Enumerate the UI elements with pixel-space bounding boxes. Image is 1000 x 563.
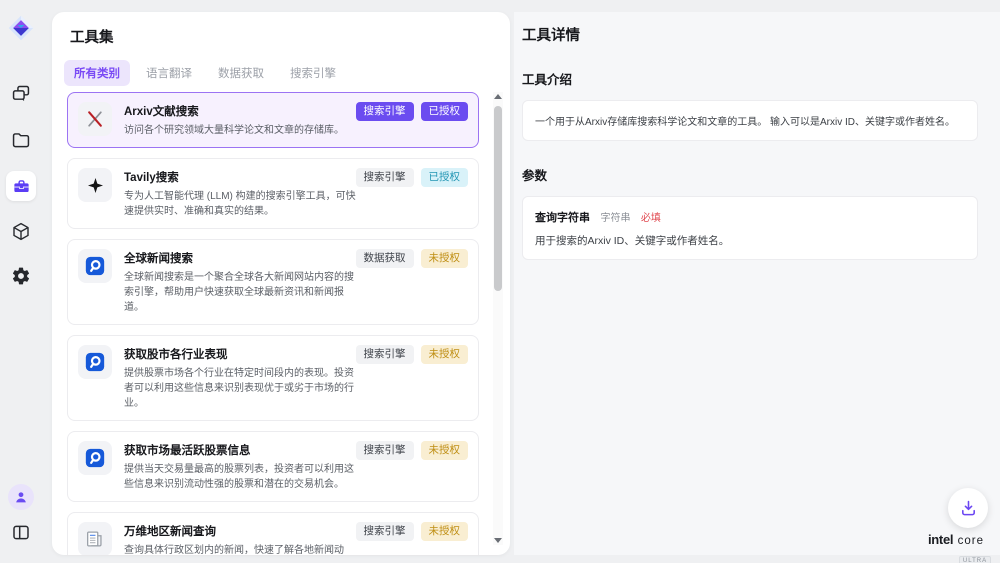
category-badge: 搜索引擎: [356, 522, 414, 541]
tool-card[interactable]: Arxiv文献搜索 访问各个研究领域大量科学论文和文章的存储库。 搜索引擎 已授…: [67, 92, 479, 148]
auth-badge: 已授权: [421, 102, 469, 121]
scroll-up-arrow-icon[interactable]: [494, 94, 502, 99]
tool-description: 专为人工智能代理 (LLM) 构建的搜索引擎工具，可快速提供实时、准确和真实的结…: [124, 189, 362, 219]
param-required-badge: 必填: [641, 213, 661, 224]
tool-card[interactable]: 全球新闻搜索 全球新闻搜索是一个聚合全球各大新闻网站内容的搜索引擎，帮助用户快速…: [67, 239, 479, 325]
intel-logo-text: intel: [928, 532, 953, 547]
download-icon: [958, 498, 979, 519]
ultra-badge: ultra: [959, 556, 991, 563]
param-header: 查询字符串 字符串 必填: [535, 208, 965, 226]
tool-name: 全球新闻搜索: [124, 250, 362, 266]
param-name: 查询字符串: [535, 212, 590, 224]
category-tabs: 所有类别语言翻译数据获取搜索引擎: [64, 60, 510, 86]
detail-title: 工具详情: [522, 24, 978, 45]
param-description: 用于搜索的Arxiv ID、关键字或作者姓名。: [535, 233, 965, 248]
sidebar-toggle-icon[interactable]: [11, 522, 32, 543]
tab-2[interactable]: 数据获取: [208, 60, 274, 86]
arxiv-icon: [78, 102, 112, 136]
tool-description: 提供股票市场各个行业在特定时间段内的表现。投资者可以利用这些信息来识别表现优于或…: [124, 366, 362, 411]
category-badge: 搜索引擎: [356, 168, 414, 187]
star-icon: [78, 168, 112, 202]
category-badge: 搜索引擎: [356, 345, 414, 364]
intro-card: 一个用于从Arxiv存储库搜索科学论文和文章的工具。 输入可以是Arxiv ID…: [522, 100, 978, 141]
tool-description: 查询具体行政区划内的新闻，快速了解各地新闻动: [124, 543, 344, 555]
tool-name: Arxiv文献搜索: [124, 103, 344, 119]
tool-name: 万维地区新闻查询: [124, 523, 344, 539]
toolbox-icon-active[interactable]: [6, 171, 36, 201]
q-search-icon: [78, 249, 112, 283]
app-window: 工具集 所有类别语言翻译数据获取搜索引擎 Arxiv文献搜索 访问各个研究领域大…: [0, 0, 1000, 563]
scroll-down-arrow-icon[interactable]: [494, 538, 502, 543]
icon-sidebar: [0, 0, 42, 563]
core-logo-text: core: [958, 535, 984, 547]
auth-badge: 未授权: [421, 249, 469, 268]
tool-card[interactable]: Tavily搜索 专为人工智能代理 (LLM) 构建的搜索引擎工具，可快速提供实…: [67, 158, 479, 229]
tool-description: 提供当天交易量最高的股票列表，投资者可以利用这些信息来识别流动性强的股票和潜在的…: [124, 462, 362, 492]
tool-card[interactable]: 万维地区新闻查询 查询具体行政区划内的新闻，快速了解各地新闻动 搜索引擎 未授权: [67, 512, 479, 555]
q-search-icon: [78, 345, 112, 379]
auth-badge: 未授权: [421, 522, 469, 541]
tool-badges: 搜索引擎 未授权: [356, 522, 469, 541]
cube-icon[interactable]: [11, 221, 32, 242]
user-avatar-icon[interactable]: [8, 484, 34, 510]
tool-name: Tavily搜索: [124, 169, 362, 185]
tool-badges: 搜索引擎 未授权: [356, 345, 469, 364]
tab-1[interactable]: 语言翻译: [136, 60, 202, 86]
param-type: 字符串: [600, 213, 630, 224]
app-logo-diamond: [7, 14, 35, 42]
list-scrollbar[interactable]: [493, 92, 503, 545]
scrollbar-thumb[interactable]: [494, 106, 502, 291]
category-badge: 搜索引擎: [356, 102, 414, 121]
tool-list-panel: 工具集 所有类别语言翻译数据获取搜索引擎 Arxiv文献搜索 访问各个研究领域大…: [52, 12, 510, 555]
tool-detail-panel: 工具详情 工具介绍 一个用于从Arxiv存储库搜索科学论文和文章的工具。 输入可…: [514, 12, 1000, 555]
category-badge: 数据获取: [356, 249, 414, 268]
folder-icon[interactable]: [11, 130, 32, 151]
tool-card[interactable]: 获取股市各行业表现 提供股票市场各个行业在特定时间段内的表现。投资者可以利用这些…: [67, 335, 479, 421]
category-badge: 搜索引擎: [356, 441, 414, 460]
auth-badge: 未授权: [421, 441, 469, 460]
page-title: 工具集: [70, 26, 510, 47]
tool-badges: 搜索引擎 已授权: [356, 102, 469, 121]
params-heading: 参数: [522, 165, 978, 184]
chat-icon[interactable]: [11, 83, 32, 104]
tool-badges: 搜索引擎 未授权: [356, 441, 469, 460]
tool-badges: 数据获取 未授权: [356, 249, 469, 268]
tool-card[interactable]: 获取市场最活跃股票信息 提供当天交易量最高的股票列表，投资者可以利用这些信息来识…: [67, 431, 479, 502]
tool-description: 全球新闻搜索是一个聚合全球各大新闻网站内容的搜索引擎，帮助用户快速获取全球最新资…: [124, 270, 362, 315]
param-card: 查询字符串 字符串 必填 用于搜索的Arxiv ID、关键字或作者姓名。: [522, 196, 978, 260]
tab-3[interactable]: 搜索引擎: [280, 60, 346, 86]
download-button[interactable]: [948, 488, 988, 528]
intel-core-logo: intel core ultra: [916, 531, 996, 563]
q-search-icon: [78, 441, 112, 475]
newspaper-icon: [78, 522, 112, 555]
intro-heading: 工具介绍: [522, 69, 978, 88]
gear-icon[interactable]: [11, 266, 31, 286]
tab-0[interactable]: 所有类别: [64, 60, 130, 86]
tool-name: 获取市场最活跃股票信息: [124, 442, 362, 458]
auth-badge: 已授权: [421, 168, 469, 187]
tool-list: Arxiv文献搜索 访问各个研究领域大量科学论文和文章的存储库。 搜索引擎 已授…: [67, 92, 479, 555]
tool-badges: 搜索引擎 已授权: [356, 168, 469, 187]
tool-description: 访问各个研究领域大量科学论文和文章的存储库。: [124, 123, 344, 138]
auth-badge: 未授权: [421, 345, 469, 364]
tool-name: 获取股市各行业表现: [124, 346, 362, 362]
